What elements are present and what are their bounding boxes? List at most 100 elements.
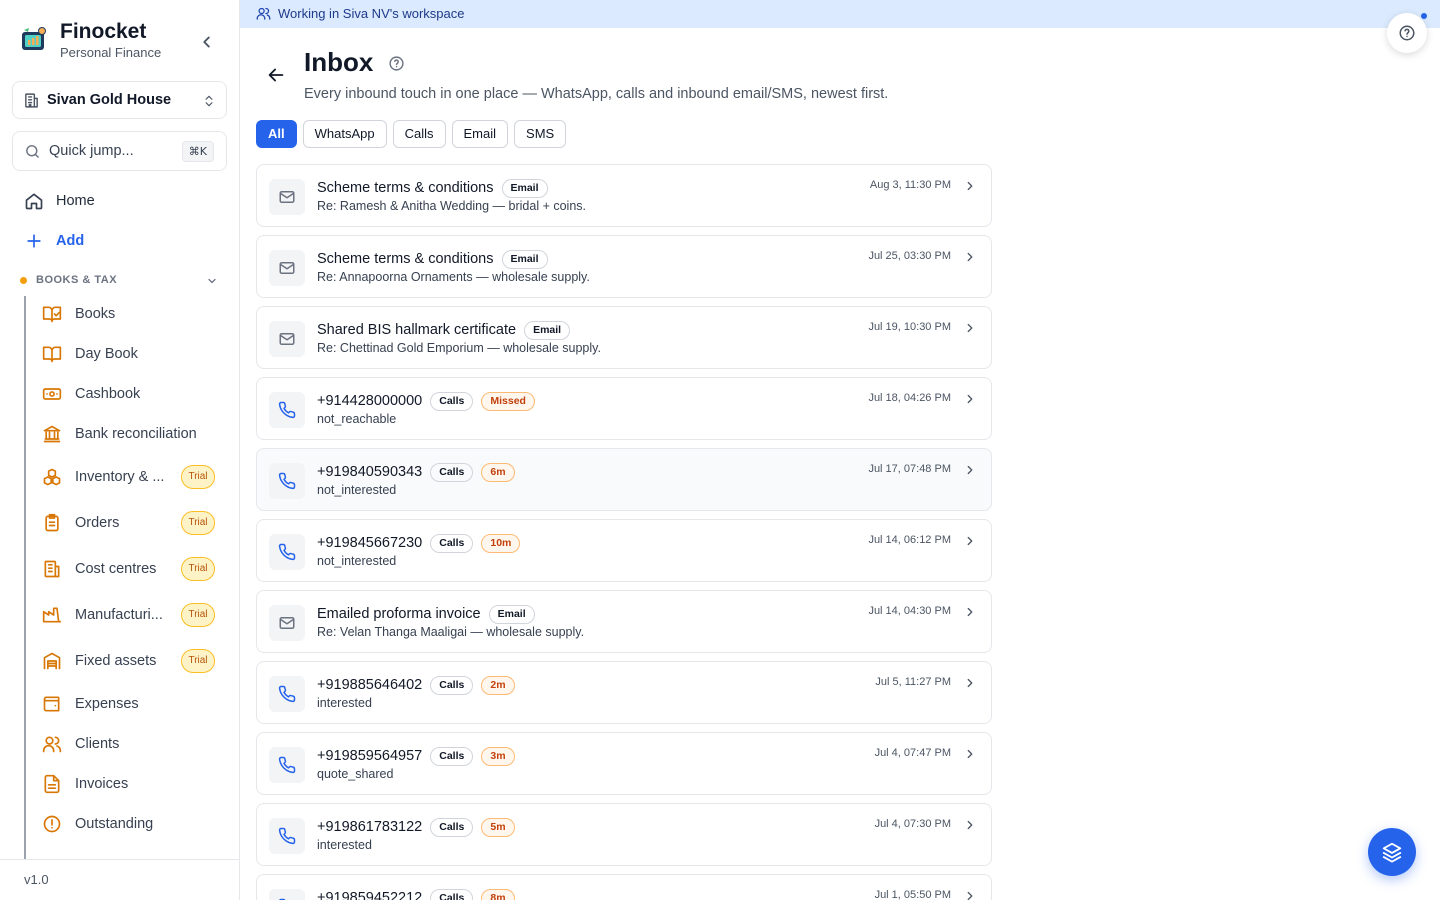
inbox-row[interactable]: +919859452212 Calls 8m Jul 1, 05:50 PM	[256, 874, 992, 900]
layers-button[interactable]	[1368, 828, 1416, 876]
inbox-row[interactable]: Scheme terms & conditions Email Re: Annapo…	[256, 235, 992, 298]
row-subtitle: interested	[317, 696, 372, 710]
workspace-select[interactable]: Sivan Gold House	[12, 81, 227, 119]
boxes-icon	[43, 468, 61, 486]
chevron-right-icon	[967, 891, 973, 900]
nav-add[interactable]: Add	[12, 223, 227, 259]
page-subtitle: Every inbound touch in one place — Whats…	[304, 86, 889, 102]
inbox-row[interactable]: +919885646402 Calls 2m interested Jul 5, 11:…	[256, 661, 992, 724]
tab-email[interactable]: Email	[451, 120, 509, 148]
nav-home[interactable]: Home	[12, 183, 227, 219]
back-arrow-icon[interactable]	[265, 64, 287, 86]
mail-icon	[279, 617, 295, 629]
inbox-row[interactable]: +919859564957 Calls 3m quote_shared Jul 4, 0…	[256, 732, 992, 795]
building-icon	[44, 560, 60, 578]
chevron-right-icon	[967, 252, 973, 262]
row-headline: +919840590343 Calls 6m	[317, 461, 515, 483]
phone-icon	[278, 543, 296, 561]
collapse-sidebar-icon[interactable]	[196, 31, 218, 53]
inbox-row[interactable]: Scheme terms & conditions Email Re: Ramesh…	[256, 164, 992, 227]
trial-badge: Trial	[181, 465, 215, 489]
row-type-icon	[269, 321, 305, 357]
building-icon	[25, 93, 38, 108]
chevron-right-icon	[967, 678, 973, 688]
tab-whatsapp[interactable]: WhatsApp	[302, 120, 387, 148]
channel-badge: Calls	[430, 746, 474, 766]
channel-badge: Calls	[430, 462, 474, 482]
sidebar-item-invoices[interactable]: Invoices	[36, 766, 222, 802]
book-open-icon	[42, 346, 62, 363]
row-type-icon	[269, 250, 305, 286]
search-icon	[26, 145, 39, 158]
row-title: +919861783122	[317, 819, 423, 835]
sidebar-item-label: Outstanding	[75, 816, 154, 832]
channel-badge: Calls	[430, 888, 474, 900]
help-button[interactable]	[1387, 13, 1427, 53]
app-version: v1.0	[24, 872, 49, 887]
mail-icon	[279, 333, 295, 345]
status-badge: 2m	[481, 675, 515, 695]
row-timestamp: Jul 1, 05:50 PM	[874, 889, 951, 900]
banknote-icon	[42, 388, 62, 400]
sidebar-item-cashbook[interactable]: Cashbook	[36, 376, 222, 412]
wallet-icon	[43, 696, 60, 712]
chevron-right-icon	[967, 323, 973, 333]
help-circle-icon[interactable]	[388, 55, 405, 72]
sidebar-item-fixed-assets[interactable]: Fixed assets Trial	[36, 643, 222, 679]
sidebar-item-books[interactable]: Books	[36, 296, 222, 332]
quick-jump-input[interactable]: Quick jump... ⌘K	[12, 131, 227, 171]
section-books-tax[interactable]: BOOKS & TAX	[20, 272, 220, 290]
row-timestamp: Jul 25, 03:30 PM	[868, 250, 951, 262]
phone-icon	[278, 401, 296, 419]
sidebar-item-orders[interactable]: Orders Trial	[36, 505, 222, 541]
row-timestamp: Jul 5, 11:27 PM	[875, 676, 951, 688]
row-title: +919885646402	[317, 677, 423, 693]
sidebar-item-cost-centres[interactable]: Cost centres Trial	[36, 551, 222, 587]
brand[interactable]: Finocket Personal Finance	[20, 20, 220, 62]
warehouse-icon	[43, 652, 61, 670]
book-check-icon	[42, 306, 62, 323]
sidebar-item-day-book[interactable]: Day Book	[36, 336, 222, 372]
phone-icon	[278, 685, 296, 703]
sidebar-item-label: Invoices	[75, 776, 129, 792]
row-timestamp: Jul 4, 07:30 PM	[874, 818, 951, 830]
inbox-row[interactable]: +919861783122 Calls 5m interested Jul 4, 07:…	[256, 803, 992, 866]
sidebar-item-bank-reconciliation[interactable]: Bank reconciliation	[36, 416, 222, 452]
channel-filter-tabs: All WhatsApp Calls Email SMS	[256, 120, 567, 148]
row-subtitle: interested	[317, 838, 372, 852]
row-headline: +919845667230 Calls 10m	[317, 532, 521, 554]
sidebar-item-clients[interactable]: Clients	[36, 726, 222, 762]
banner-text: Working in Siva NV's workspace	[278, 6, 465, 21]
tab-calls[interactable]: Calls	[392, 120, 446, 148]
sidebar-item-inventory[interactable]: Inventory & ... Trial	[36, 459, 222, 495]
inbox-row[interactable]: +919840590343 Calls 6m not_interested Jul 17…	[256, 448, 992, 511]
sidebar-item-manufacturing[interactable]: Manufacturi... Trial	[36, 597, 222, 633]
tab-all[interactable]: All	[256, 120, 297, 148]
brand-subtitle: Personal Finance	[60, 45, 162, 60]
inbox-row[interactable]: Emailed proforma invoice Email Re: Velan T…	[256, 590, 992, 653]
sidebar-item-expenses[interactable]: Expenses	[36, 686, 222, 722]
sidebar-item-label: Orders	[75, 515, 120, 531]
row-title: +919859452212	[317, 890, 423, 900]
inbox-row[interactable]: +914428000000 Calls Missed not_reachable Jul…	[256, 377, 992, 440]
row-headline: +919859564957 Calls 3m	[317, 745, 515, 767]
channel-badge: Email	[501, 178, 548, 198]
tab-sms[interactable]: SMS	[514, 120, 567, 148]
users-icon	[256, 7, 271, 20]
row-timestamp: Jul 19, 10:30 PM	[868, 321, 951, 333]
layers-icon	[1382, 842, 1402, 863]
users-icon	[42, 736, 62, 753]
status-badge: 10m	[481, 533, 521, 553]
bank-icon	[43, 425, 61, 443]
row-headline: +919885646402 Calls 2m	[317, 674, 515, 696]
row-subtitle: not_reachable	[317, 412, 397, 426]
phone-icon	[278, 472, 296, 490]
channel-badge: Email	[524, 320, 571, 340]
sidebar-item-label: Books	[75, 306, 116, 322]
inbox-row[interactable]: Shared BIS hallmark certificate Email Re: …	[256, 306, 992, 369]
row-type-icon	[269, 605, 305, 641]
clipboard-list-icon	[45, 513, 59, 532]
row-type-icon	[269, 889, 305, 900]
inbox-row[interactable]: +919845667230 Calls 10m not_interested Jul 1…	[256, 519, 992, 582]
sidebar-item-outstanding[interactable]: Outstanding	[36, 806, 222, 842]
